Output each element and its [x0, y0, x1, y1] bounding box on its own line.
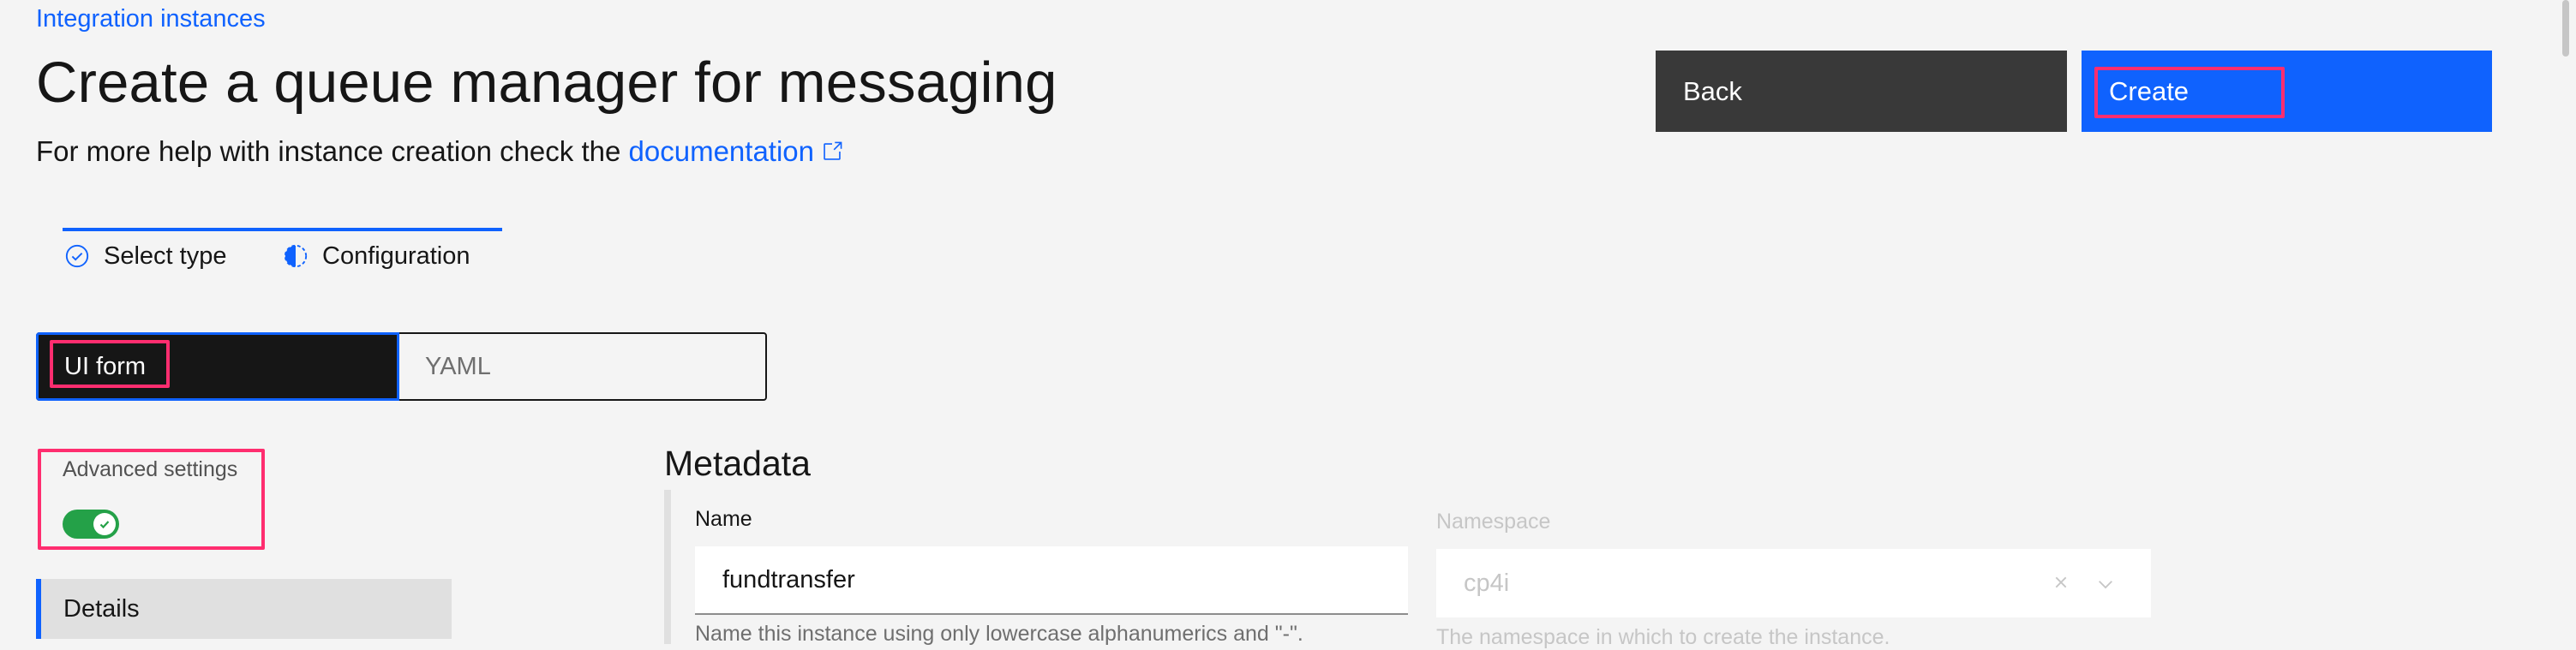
create-button[interactable]: Create — [2082, 51, 2492, 132]
advanced-settings-toggle[interactable] — [63, 510, 119, 539]
launch-icon — [821, 137, 843, 170]
documentation-link-label: documentation — [628, 135, 814, 167]
progress-step-label: Select type — [104, 242, 227, 270]
incomplete-half-icon — [281, 242, 310, 271]
progress-indicator-line — [63, 228, 502, 231]
name-input[interactable]: fundtransfer — [695, 546, 1408, 615]
mode-content-switcher: UI form YAML — [36, 332, 767, 401]
chevron-down-icon[interactable] — [2094, 573, 2117, 602]
help-text: For more help with instance creation che… — [36, 135, 843, 170]
page-scrollbar[interactable] — [2555, 0, 2576, 635]
metadata-section-title: Metadata — [664, 444, 811, 483]
name-input-value: fundtransfer — [722, 565, 855, 593]
toggle-knob — [93, 513, 116, 535]
progress-step-select-type[interactable]: Select type — [63, 242, 226, 271]
yaml-tab[interactable]: YAML — [399, 334, 765, 399]
namespace-value: cp4i — [1464, 569, 1510, 597]
name-field-label: Name — [695, 507, 752, 531]
yaml-tab-label: YAML — [425, 352, 491, 380]
back-button-label: Back — [1683, 75, 1742, 106]
help-text-prefix: For more help with instance creation che… — [36, 135, 621, 167]
namespace-helper-text: The namespace in which to create the ins… — [1436, 625, 1890, 649]
breadcrumb-link-integration-instances[interactable]: Integration instances — [36, 5, 266, 33]
progress-step-configuration[interactable]: Configuration — [281, 242, 470, 271]
close-icon[interactable] — [2050, 571, 2072, 600]
progress-step-label: Configuration — [322, 242, 470, 270]
documentation-link[interactable]: documentation — [629, 135, 843, 167]
page-title: Create a queue manager for messaging — [36, 51, 1057, 115]
checkmark-icon — [99, 521, 110, 529]
sidenav-item-details[interactable]: Details — [36, 579, 452, 639]
create-button-label: Create — [2109, 75, 2190, 106]
sidenav-item-label: Details — [63, 594, 140, 623]
metadata-section-bar — [664, 490, 671, 644]
scrollbar-thumb[interactable] — [2562, 0, 2569, 57]
back-button[interactable]: Back — [1656, 51, 2067, 132]
namespace-combobox[interactable]: cp4i — [1436, 549, 2151, 617]
advanced-settings-label: Advanced settings — [63, 457, 238, 481]
checkmark-outline-icon — [63, 242, 92, 271]
ui-form-tab[interactable]: UI form — [36, 332, 399, 401]
ui-form-tab-label: UI form — [64, 352, 147, 380]
name-helper-text: Name this instance using only lowercase … — [695, 622, 1303, 646]
namespace-field-label: Namespace — [1436, 510, 1551, 534]
